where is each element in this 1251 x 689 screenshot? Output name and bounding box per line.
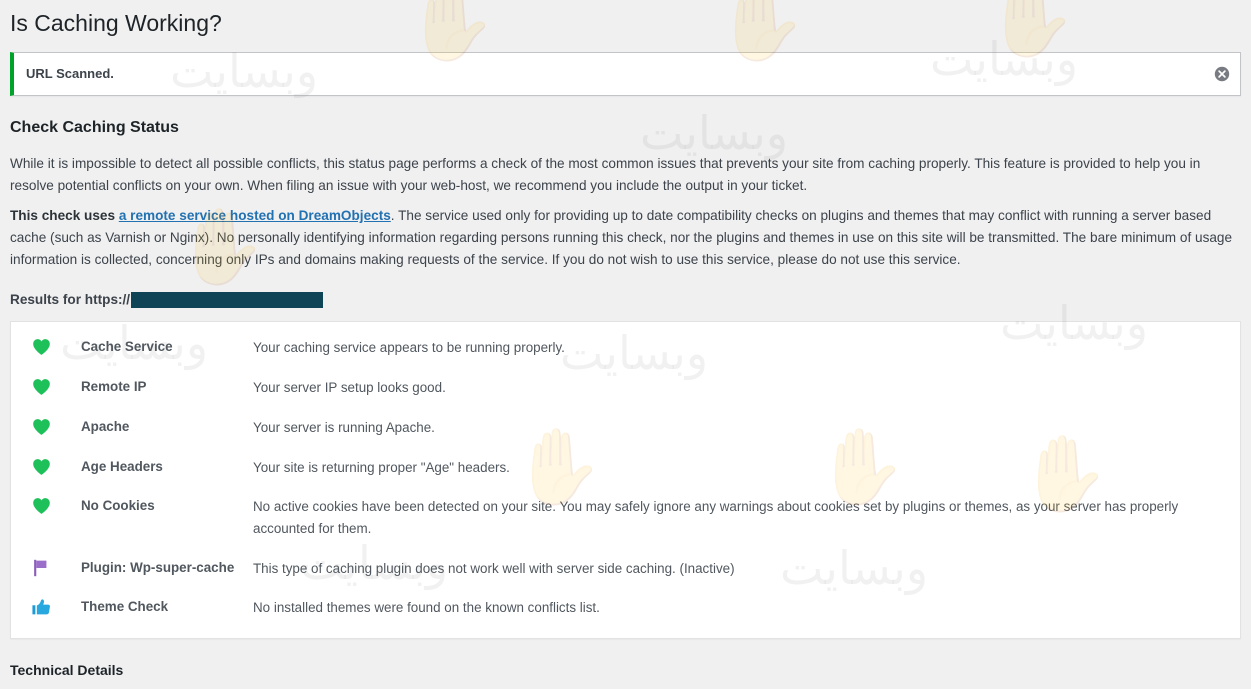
result-label: Remote IP: [81, 379, 147, 395]
results-url-line: Results for https://: [10, 271, 1241, 321]
result-label: Plugin: Wp-super-cache: [81, 559, 235, 575]
table-row: Remote IP Your server IP setup looks goo…: [11, 368, 1240, 408]
redacted-url-block: [131, 291, 324, 308]
result-description: This type of caching plugin does not wor…: [253, 560, 735, 576]
admin-page: Is Caching Working? URL Scanned. Check C…: [0, 0, 1251, 689]
flag-icon: [29, 558, 53, 577]
section-heading: Check Caching Status: [10, 118, 179, 136]
result-description: Your caching service appears to be runni…: [253, 340, 565, 356]
close-icon[interactable]: [1212, 64, 1232, 84]
notice-banner: URL Scanned.: [10, 51, 1241, 96]
table-row: Apache Your server is running Apache.: [11, 408, 1240, 448]
heart-icon: [29, 337, 53, 356]
service-paragraph-lead: This check uses: [10, 208, 119, 224]
result-label: Age Headers: [81, 458, 163, 474]
service-paragraph: This check uses a remote service hosted …: [10, 197, 1241, 271]
table-row: Age Headers Your site is returning prope…: [11, 448, 1240, 488]
result-label: Apache: [81, 418, 130, 434]
result-description: No installed themes were found on the kn…: [253, 600, 600, 616]
heart-icon: [29, 457, 53, 476]
table-row: No Cookies No active cookies have been d…: [11, 487, 1240, 548]
page-title: Is Caching Working?: [10, 10, 222, 36]
table-row: Plugin: Wp-super-cache This type of cach…: [11, 549, 1240, 589]
result-label: Theme Check: [81, 599, 169, 615]
dreamobjects-link[interactable]: a remote service hosted on DreamObjects: [119, 208, 391, 223]
results-card: Cache Service Your caching service appea…: [10, 321, 1241, 640]
heart-icon: [29, 417, 53, 436]
result-description: Your server IP setup looks good.: [253, 380, 446, 396]
result-label: No Cookies: [81, 498, 155, 514]
intro-paragraph: While it is impossible to detect all pos…: [10, 156, 1201, 194]
result-description: Your server is running Apache.: [253, 419, 435, 435]
result-description: Your site is returning proper "Age" head…: [253, 459, 510, 475]
table-row: Theme Check No installed themes were fou…: [11, 588, 1240, 628]
results-url-label: Results for https://: [10, 292, 131, 308]
thumbs-up-icon: [29, 597, 53, 616]
result-description: No active cookies have been detected on …: [253, 499, 1179, 536]
technical-details-heading: Technical Details: [10, 662, 124, 679]
result-label: Cache Service: [81, 339, 173, 355]
notice-message: URL Scanned.: [26, 66, 114, 82]
heart-icon: [29, 377, 53, 396]
heart-icon: [29, 496, 53, 515]
table-row: Cache Service Your caching service appea…: [11, 328, 1240, 368]
